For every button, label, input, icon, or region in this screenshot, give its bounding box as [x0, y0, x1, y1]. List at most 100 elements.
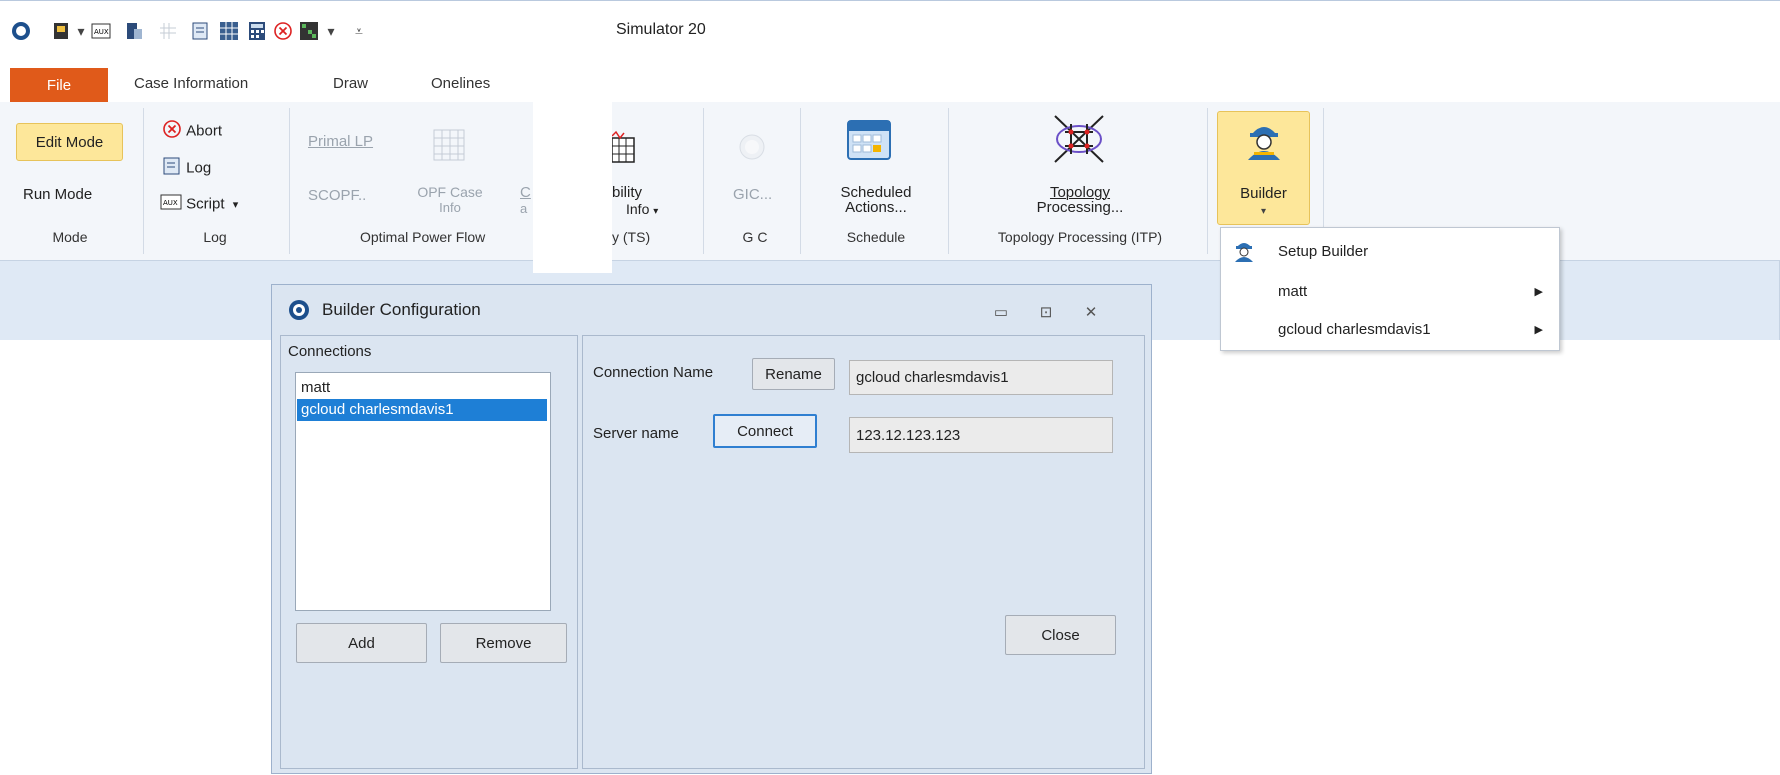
- ribbon-tab-bar: [0, 68, 1780, 103]
- dropdown-arrow-icon: ▾: [653, 206, 659, 217]
- tab-case-information[interactable]: Case Information: [134, 75, 248, 92]
- tab-file[interactable]: File: [10, 68, 108, 102]
- server-name-label: Server name: [593, 425, 679, 442]
- edit-mode-button[interactable]: Edit Mode: [16, 123, 123, 161]
- dropdown-arrow-icon[interactable]: ▾: [320, 20, 342, 42]
- scheduled-label-2: Actions...: [845, 199, 907, 216]
- stability-info-button[interactable]: bility Info ▾: [612, 184, 658, 217]
- group-label-opf: Optimal Power Flow: [360, 229, 486, 245]
- log-button[interactable]: Log: [162, 156, 211, 180]
- matrix-icon[interactable]: [298, 20, 320, 42]
- group-label-ts: y (TS): [612, 229, 651, 245]
- auxb-icon: AUX: [160, 192, 182, 216]
- builder-button[interactable]: Builder ▾: [1217, 111, 1310, 225]
- menu-label-connection: matt: [1278, 282, 1308, 300]
- list-item[interactable]: matt: [297, 377, 547, 399]
- server-name-field[interactable]: 123.12.123.123: [849, 417, 1113, 453]
- gic-button[interactable]: GIC...: [733, 186, 772, 203]
- group-label-topology: Topology Processing (ITP): [997, 229, 1163, 245]
- connection-details-pane: [582, 335, 1145, 769]
- opf-c-label-2: a: [520, 201, 528, 216]
- group-separator: [948, 108, 949, 254]
- abort-icon[interactable]: [272, 20, 294, 42]
- group-label-gic: G C: [742, 229, 768, 245]
- svg-text:AUX: AUX: [163, 199, 178, 207]
- minimize-icon[interactable]: ▭: [990, 301, 1012, 323]
- occluding-patch: [533, 68, 612, 273]
- abort-label: Abort: [186, 122, 223, 140]
- topology-label-2: Processing...: [1036, 199, 1124, 216]
- topology-icon: [1053, 114, 1105, 168]
- app-logo-icon[interactable]: [10, 20, 32, 42]
- svg-text:AUX: AUX: [94, 28, 109, 36]
- customize-icon[interactable]: ⩡: [348, 20, 370, 42]
- log-icon: [162, 156, 182, 180]
- submenu-arrow-icon: ▶: [1534, 323, 1543, 336]
- connect-button[interactable]: Connect: [713, 414, 817, 448]
- list-item-selected[interactable]: gcloud charlesmdavis1: [297, 399, 547, 421]
- log-icon[interactable]: [189, 20, 211, 42]
- group-separator: [703, 108, 704, 254]
- app-title: Simulator 20: [616, 21, 706, 38]
- script-button[interactable]: AUX Script ▾: [160, 192, 238, 216]
- scopf-button[interactable]: SCOPF..: [308, 187, 366, 204]
- dropdown-arrow-icon[interactable]: ▾: [70, 20, 92, 42]
- group-separator: [1207, 108, 1208, 254]
- stability-label-2-text: Info: [626, 201, 650, 217]
- topology-processing-button[interactable]: Topology Processing...: [1005, 184, 1155, 216]
- group-separator: [143, 108, 144, 254]
- builder-worker-icon: [1244, 120, 1284, 166]
- dialog-title: Builder Configuration: [322, 300, 481, 319]
- run-mode-button[interactable]: Run Mode: [23, 186, 92, 203]
- group-separator: [800, 108, 801, 254]
- menu-item-connection[interactable]: matt ▶: [1221, 272, 1559, 310]
- submenu-arrow-icon: ▶: [1534, 285, 1543, 298]
- open-icon[interactable]: [50, 20, 72, 42]
- menu-item-setup-builder[interactable]: Setup Builder: [1221, 232, 1559, 270]
- group-label-log: Log: [203, 229, 227, 245]
- tab-draw[interactable]: Draw: [333, 75, 368, 92]
- gic-icon: [735, 130, 769, 168]
- abort-button[interactable]: Abort: [162, 119, 222, 143]
- opf-c-label-1: C: [520, 184, 531, 201]
- dropdown-arrow-icon: ▾: [1260, 206, 1267, 217]
- maximize-icon[interactable]: ⊡: [1035, 301, 1057, 323]
- case-icon[interactable]: [123, 20, 145, 42]
- scheduled-actions-button[interactable]: Scheduled Actions...: [826, 184, 926, 216]
- close-icon[interactable]: ✕: [1080, 301, 1102, 323]
- table-icon[interactable]: [218, 20, 240, 42]
- abort-icon: [162, 119, 182, 143]
- opf-table-icon: [432, 128, 466, 166]
- group-label-schedule: Schedule: [846, 229, 906, 245]
- opf-c-button[interactable]: C a: [520, 184, 531, 216]
- stability-label-1: bility: [612, 184, 643, 201]
- script-label: Script: [186, 195, 225, 213]
- close-button[interactable]: Close: [1005, 615, 1116, 655]
- add-button[interactable]: Add: [296, 623, 427, 663]
- opf-case-label-2: Info: [439, 200, 461, 215]
- connection-name-label: Connection Name: [593, 364, 714, 381]
- menu-item-connection[interactable]: gcloud charlesmdavis1 ▶: [1221, 310, 1559, 348]
- connection-name-field[interactable]: gcloud charlesmdavis1: [849, 360, 1113, 395]
- connections-label: Connections: [288, 343, 372, 360]
- remove-button[interactable]: Remove: [440, 623, 567, 663]
- builder-label: Builder: [1240, 185, 1287, 202]
- tab-onelines[interactable]: Onelines: [431, 75, 490, 92]
- menu-label-connection: gcloud charlesmdavis1: [1278, 320, 1431, 338]
- group-separator: [289, 108, 290, 254]
- rename-button[interactable]: Rename: [752, 358, 835, 390]
- app-logo-icon: [288, 299, 310, 325]
- primal-lp-button[interactable]: Primal LP: [308, 133, 373, 150]
- opf-case-info-button[interactable]: OPF Case Info: [410, 184, 490, 215]
- stability-label-2: Info ▾: [626, 201, 658, 217]
- auxb-icon[interactable]: AUX: [90, 20, 112, 42]
- menu-label-setup: Setup Builder: [1278, 242, 1369, 260]
- opf-case-label-1: OPF Case: [417, 184, 483, 200]
- group-label-mode: Mode: [52, 229, 88, 245]
- builder-worker-icon: [1233, 239, 1255, 267]
- grid-icon[interactable]: [157, 20, 179, 42]
- calculator-icon[interactable]: [246, 20, 268, 42]
- builder-menu: Setup Builder matt ▶ gcloud charlesmdavi…: [1220, 227, 1560, 351]
- log-label: Log: [186, 159, 212, 177]
- dropdown-arrow-icon: ▾: [232, 198, 239, 211]
